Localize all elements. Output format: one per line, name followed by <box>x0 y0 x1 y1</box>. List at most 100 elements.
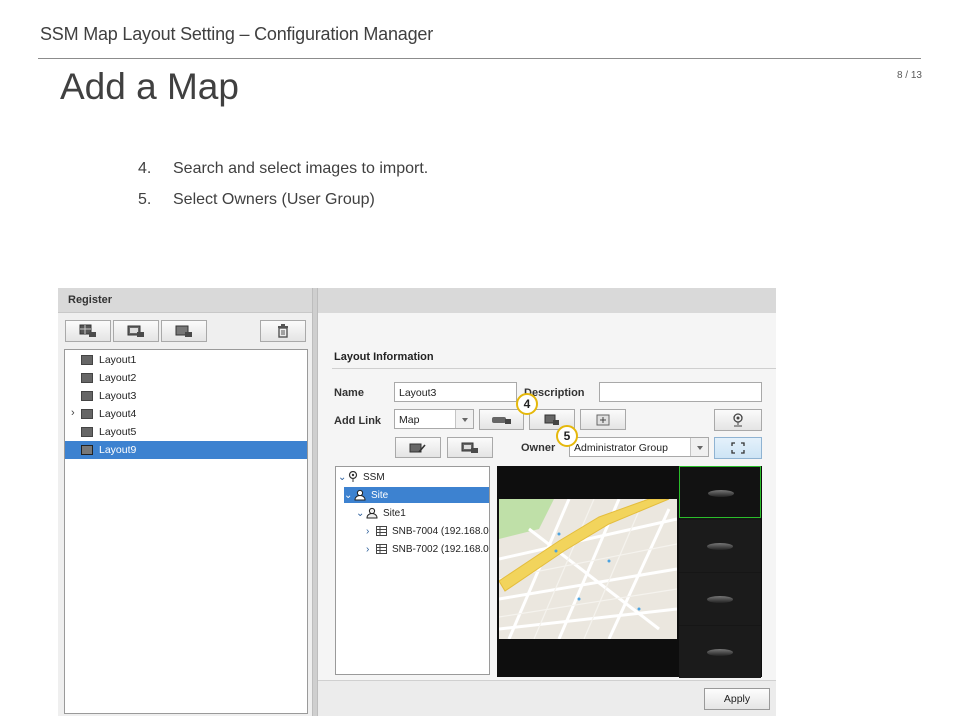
callout-badge-5: 5 <box>556 425 578 447</box>
tree-node[interactable]: ⌄ Site1 <box>356 505 489 521</box>
add-box-icon <box>596 414 610 425</box>
list-item[interactable]: › Layout4 <box>65 405 307 423</box>
step-item: 5. Select Owners (User Group) <box>138 191 428 222</box>
delete-layout-button[interactable] <box>260 320 306 342</box>
register-header: Register <box>58 288 312 313</box>
owner-value: Administrator Group <box>574 442 668 454</box>
thumbnail-preview <box>707 649 733 656</box>
panel-header <box>318 288 776 313</box>
description-input[interactable] <box>599 382 762 402</box>
tree-node-label: Site <box>371 489 389 501</box>
layout-label: Layout2 <box>99 372 137 384</box>
add-sublink-button[interactable] <box>580 409 626 430</box>
layout-label: Layout5 <box>99 426 137 438</box>
section-title: Layout Information <box>334 351 434 363</box>
list-item[interactable]: Layout3 <box>65 387 307 405</box>
chevron-down-icon[interactable]: ⌄ <box>344 490 354 501</box>
map-graphic <box>499 499 677 639</box>
step-item: 4. Search and select images to import. <box>138 160 428 191</box>
device-grid-icon <box>376 544 387 554</box>
layout-icon <box>81 373 93 383</box>
layout-info-panel: Layout Information Name Layout3 Descript… <box>318 288 776 716</box>
add-map-icon <box>127 325 144 337</box>
layout-list: Layout1 Layout2 Layout3 › Layout4 Layout5… <box>64 349 308 714</box>
step-text: Search and select images to import. <box>173 160 429 177</box>
step-number: 5. <box>138 191 152 208</box>
map-thumbnail[interactable] <box>679 466 761 518</box>
camera-link-icon <box>491 416 511 424</box>
chevron-down-icon <box>455 410 473 428</box>
callout-badge-4: 4 <box>516 393 538 415</box>
owner-select[interactable]: Administrator Group <box>569 437 709 457</box>
doc-title-rule <box>38 58 921 59</box>
fit-screen-button[interactable] <box>714 437 762 459</box>
thumbnail-preview <box>708 490 734 497</box>
user-group-icon <box>366 507 378 519</box>
layout-label: Layout9 <box>99 444 137 456</box>
layout-icon <box>81 409 93 419</box>
map-thumbnail[interactable] <box>679 520 761 572</box>
thumbnail-preview <box>707 543 733 550</box>
device-grid-icon <box>376 526 387 536</box>
add-link-value: Map <box>399 414 420 426</box>
map-image[interactable] <box>499 499 677 639</box>
chevron-down-icon[interactable]: ⌄ <box>338 472 348 483</box>
config-manager-screenshot: Register Layout1 Layout2 Layout3 › Layout… <box>58 288 776 716</box>
link-camera-button[interactable] <box>479 409 524 430</box>
chevron-down-icon[interactable]: ⌄ <box>356 508 366 519</box>
edit-layout-button[interactable] <box>395 437 441 458</box>
add-layout-button[interactable] <box>65 320 111 342</box>
user-group-icon <box>354 489 366 501</box>
layout-icon <box>81 355 93 365</box>
add-layout-icon <box>79 324 96 337</box>
map-pin-icon <box>348 471 358 482</box>
add-link-label: Add Link <box>334 415 382 427</box>
list-item[interactable]: Layout1 <box>65 351 307 369</box>
device-tree: ⌄ SSM ⌄ Site ⌄ Site1 › SNB-7004 (192.168… <box>335 466 490 675</box>
chevron-right-icon[interactable]: › <box>71 407 75 419</box>
layout-label: Layout4 <box>99 408 137 420</box>
page-number: 8 / 13 <box>896 70 922 81</box>
map-thumbnail-strip <box>679 466 761 678</box>
layout-icon <box>81 427 93 437</box>
list-item[interactable]: Layout5 <box>65 423 307 441</box>
register-label: Register <box>68 294 113 306</box>
name-label: Name <box>334 387 364 399</box>
apply-button[interactable]: Apply <box>704 688 770 710</box>
map-thumbnail[interactable] <box>679 626 761 678</box>
chevron-down-icon <box>690 438 708 456</box>
tree-node[interactable]: › SNB-7004 (192.168.0 <box>366 523 489 539</box>
layout-label: Layout3 <box>99 390 137 402</box>
tree-node-label: SSM <box>363 471 385 483</box>
tree-node[interactable]: ⌄ Site <box>344 487 489 503</box>
step-text: Select Owners (User Group) <box>173 191 375 208</box>
location-button[interactable] <box>714 409 762 431</box>
section-divider <box>332 368 776 369</box>
doc-title: SSM Map Layout Setting – Configuration M… <box>40 24 434 44</box>
edit-icon <box>409 443 426 453</box>
layout-label: Layout1 <box>99 354 137 366</box>
expand-icon <box>731 442 745 454</box>
owner-label: Owner <box>521 442 556 454</box>
tree-node[interactable]: ⌄ SSM <box>338 469 488 485</box>
tree-node[interactable]: › SNB-7002 (192.168.0 <box>366 541 489 557</box>
chevron-right-icon[interactable]: › <box>366 526 376 537</box>
tree-node-label: SNB-7004 (192.168.0 <box>392 525 489 537</box>
add-image-button[interactable] <box>161 320 207 342</box>
map-thumbnail[interactable] <box>679 573 761 625</box>
add-link-select[interactable]: Map <box>394 409 474 429</box>
name-input[interactable]: Layout3 <box>394 382 517 402</box>
layout-canvas[interactable] <box>497 466 762 678</box>
add-item-button[interactable] <box>447 437 493 458</box>
list-item[interactable]: Layout2 <box>65 369 307 387</box>
list-item[interactable]: Layout9 <box>65 441 307 459</box>
add-map-button[interactable] <box>113 320 159 342</box>
map-pin-icon <box>733 413 743 427</box>
register-panel: Register Layout1 Layout2 Layout3 › Layout… <box>58 288 312 716</box>
import-image-icon <box>544 414 559 425</box>
tree-node-label: SNB-7002 (192.168.0 <box>392 543 489 555</box>
trash-icon <box>278 324 288 338</box>
layout-icon <box>81 391 93 401</box>
chevron-right-icon[interactable]: › <box>366 544 376 555</box>
tree-node-label: Site1 <box>383 507 406 519</box>
